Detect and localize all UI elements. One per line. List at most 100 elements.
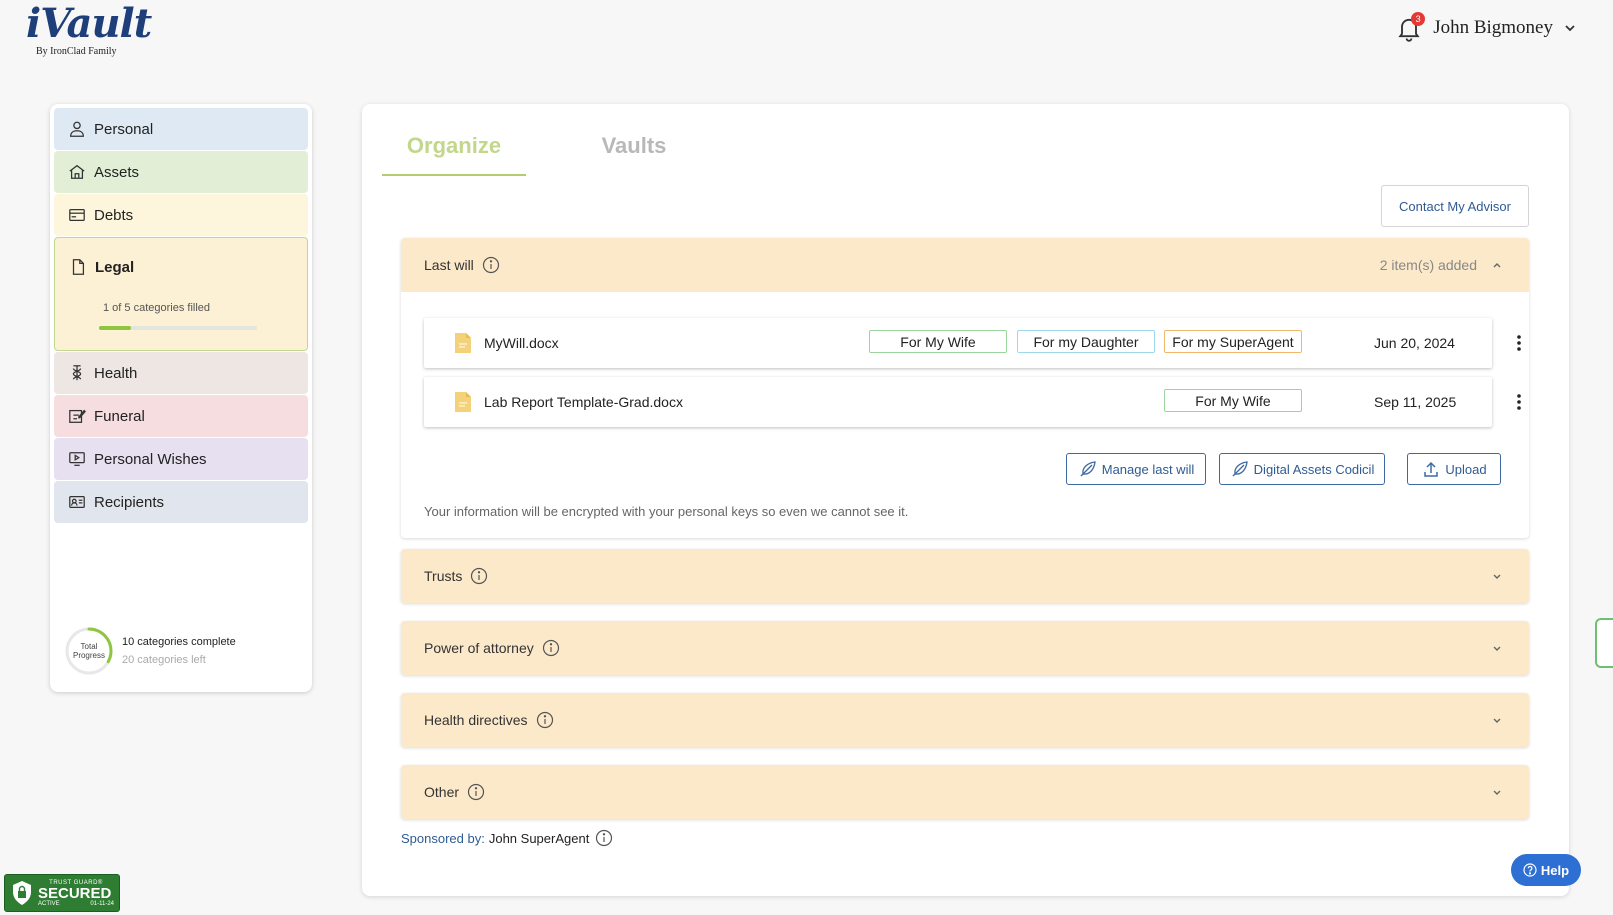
manage-last-will-button[interactable]: Manage last will [1066, 453, 1206, 485]
accordion-header-other[interactable]: Other [401, 765, 1529, 819]
accordion-title: Power of attorney [424, 640, 534, 656]
chevron-down-icon[interactable] [1491, 642, 1503, 654]
categories-left: 20 categories left [122, 654, 206, 666]
button-label: Manage last will [1101, 461, 1195, 477]
accordion-body-last-will: MyWill.docx For My Wife For my Daughter … [401, 292, 1529, 538]
upload-icon [1424, 461, 1439, 477]
ivault-logo[interactable]: iVault By IronClad Family [26, 0, 152, 60]
info-icon[interactable] [470, 567, 488, 585]
accordion-title: Last will [424, 257, 474, 273]
accordion-last-will: Last will 2 item(s) added MyWill.docx Fo… [401, 238, 1529, 538]
info-icon[interactable] [595, 829, 613, 847]
info-icon[interactable] [467, 783, 485, 801]
sidebar-item-assets[interactable]: Assets [54, 151, 308, 193]
file-name[interactable]: Lab Report Template-Grad.docx [484, 394, 683, 410]
sidebar-item-funeral[interactable]: Funeral [54, 395, 308, 437]
sponsored-by: Sponsored by: John SuperAgent [401, 829, 613, 847]
button-label: Upload [1445, 461, 1487, 477]
ring-label: Total Progress [64, 626, 114, 676]
feather-pen-icon [1232, 461, 1248, 477]
sidebar-item-label: Legal [95, 258, 135, 276]
document-icon [72, 259, 85, 275]
accordion-power-of-attorney: Power of attorney [401, 621, 1529, 675]
info-icon[interactable] [482, 256, 500, 274]
sponsored-label: Sponsored by: [401, 830, 485, 846]
sidebar-item-legal[interactable]: Legal 1 of 5 categories filled [54, 237, 308, 351]
sidebar-item-personal[interactable]: Personal [54, 108, 308, 150]
recipient-tag: For my SuperAgent [1164, 330, 1302, 353]
file-icon [455, 333, 471, 353]
file-row[interactable]: MyWill.docx For My Wife For my Daughter … [424, 318, 1521, 368]
digital-assets-codicil-button[interactable]: Digital Assets Codicil [1219, 453, 1385, 485]
accordion-trusts: Trusts [401, 549, 1529, 603]
file-date: Sep 11, 2025 [1374, 394, 1457, 410]
total-progress: Total Progress 10 categories complete 20… [64, 626, 236, 676]
accordion-header-trusts[interactable]: Trusts [401, 549, 1529, 603]
sidebar-item-label: Funeral [94, 407, 145, 425]
shield-lock-icon [13, 881, 31, 905]
credit-card-icon [69, 208, 85, 222]
file-row[interactable]: Lab Report Template-Grad.docx For My Wif… [424, 377, 1521, 427]
info-icon[interactable] [536, 711, 554, 729]
chevron-down-icon[interactable] [1491, 714, 1503, 726]
file-icon [455, 392, 471, 412]
contacts-icon [69, 495, 85, 509]
accordion-header-health-directives[interactable]: Health directives [401, 693, 1529, 747]
accordion-header-last-will[interactable]: Last will 2 item(s) added [401, 238, 1529, 292]
tab-vaults[interactable]: Vaults [562, 124, 706, 176]
user-name[interactable]: John Bigmoney [1433, 17, 1553, 39]
file-date: Jun 20, 2024 [1374, 335, 1455, 351]
upload-button[interactable]: Upload [1407, 453, 1501, 485]
encryption-note: Your information will be encrypted with … [424, 504, 909, 519]
more-options-icon[interactable] [1516, 334, 1522, 352]
trust-status: ACTIVE [38, 900, 60, 907]
accordion-header-power-of-attorney[interactable]: Power of attorney [401, 621, 1529, 675]
trust-date: 01-11-24 [90, 900, 114, 907]
notification-bell[interactable]: 3 [1395, 12, 1426, 42]
recipient-tag: For my Daughter [1017, 330, 1155, 353]
accordion-title: Health directives [424, 712, 528, 728]
sidebar-item-label: Health [94, 364, 138, 382]
help-label: Help [1540, 862, 1570, 878]
sidebar-item-debts[interactable]: Debts [54, 194, 308, 236]
main-panel: Organize Vaults Contact My Advisor Last … [362, 104, 1569, 896]
sidebar-item-personal-wishes[interactable]: Personal Wishes [54, 438, 308, 480]
tab-bar: Organize Vaults [382, 124, 706, 176]
accordion-other: Other [401, 765, 1529, 819]
sidebar-item-health[interactable]: Health [54, 352, 308, 394]
sidebar-item-label: Personal [94, 120, 154, 138]
progress-text: 10 categories complete 20 categories lef… [122, 636, 236, 666]
user-area: 3 John Bigmoney [1395, 12, 1577, 42]
recipient-tag: For My Wife [1164, 389, 1302, 412]
sidebar-item-label: Recipients [94, 493, 165, 511]
sidebar-item-recipients[interactable]: Recipients [54, 481, 308, 523]
chevron-down-icon[interactable] [1563, 21, 1577, 35]
health-icon [72, 365, 82, 381]
tab-organize[interactable]: Organize [382, 124, 526, 176]
video-icon [69, 452, 85, 466]
info-icon[interactable] [542, 639, 560, 657]
total-progress-ring: Total Progress [64, 626, 114, 676]
side-widget-tab[interactable] [1595, 618, 1613, 668]
chevron-down-icon[interactable] [1491, 786, 1503, 798]
file-name[interactable]: MyWill.docx [484, 335, 559, 351]
accordion-title: Other [424, 784, 460, 800]
sidebar-item-label: Assets [94, 163, 140, 181]
last-will-actions: Manage last will Digital Assets Codicil … [401, 453, 1529, 487]
house-icon [69, 164, 85, 179]
chevron-down-icon[interactable] [1491, 570, 1503, 582]
more-options-icon[interactable] [1516, 393, 1522, 411]
logo-subtitle: By IronClad Family [36, 46, 117, 57]
sidebar-item-label: Debts [94, 206, 134, 224]
edit-note-icon [69, 409, 86, 423]
contact-advisor-button[interactable]: Contact My Advisor [1381, 185, 1529, 227]
ring-label-1: Total [80, 642, 98, 651]
chevron-up-icon[interactable] [1491, 259, 1503, 271]
help-button[interactable]: Help [1511, 854, 1581, 886]
legal-progress-fill [99, 326, 131, 330]
logo-text: iVault [26, 0, 152, 47]
items-added-count: 2 item(s) added [1379, 257, 1477, 273]
accordion-title: Trusts [424, 568, 463, 584]
trust-guard-badge[interactable]: TRUST GUARD® SECURED ACTIVE 01-11-24 [4, 874, 120, 912]
trust-text: TRUST GUARD® SECURED ACTIVE 01-11-24 [38, 880, 114, 907]
